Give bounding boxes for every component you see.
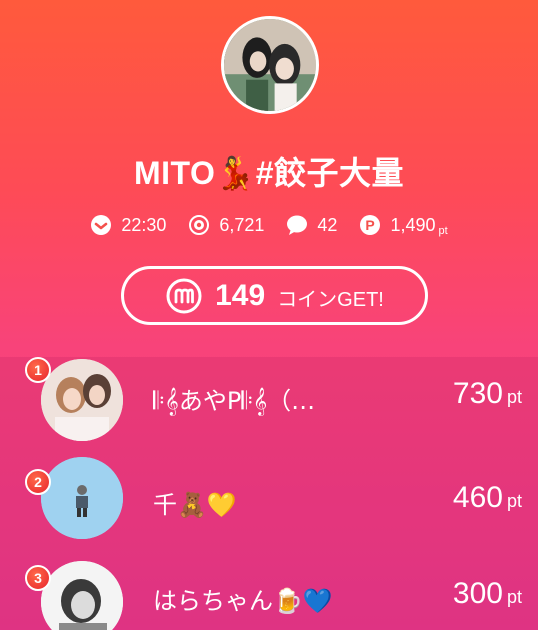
rank-badge: 1	[25, 357, 51, 383]
ranking-points-unit: pt	[506, 587, 522, 607]
stat-time-value: 22:30	[121, 214, 167, 235]
ranking-name: はらちゃん🍺💙	[153, 587, 333, 615]
ranking-row[interactable]: 1 𝄆𝄞あやP𝄆𝄞（… 730 pt	[0, 357, 538, 447]
rank-badge: 3	[25, 565, 51, 591]
stat-viewers: 6,721	[188, 214, 264, 236]
stats-bar: 22:30 6,721 42 P 1,490 pt	[0, 214, 538, 237]
ranking-points: 460 pt	[453, 481, 522, 515]
stat-points-value: 1,490 pt	[390, 214, 448, 237]
points-coin-icon: P	[359, 214, 381, 236]
profile-avatar[interactable]	[221, 16, 319, 114]
coin-suffix: コインGET!	[277, 289, 384, 311]
ranking-name: 千🧸💛	[153, 491, 237, 519]
stat-comments-value: 42	[317, 214, 338, 235]
eye-icon	[188, 214, 210, 236]
clock-icon	[90, 214, 112, 236]
coin-get-button[interactable]: 149 コインGET!	[121, 266, 428, 325]
ranking-name: 𝄆𝄞あやP𝄆𝄞（…	[153, 387, 316, 415]
stat-viewers-value: 6,721	[219, 214, 265, 235]
live-summary-screen: MITO💃#餃子大量 22:30 6,721 42 P 1,490 pt 149…	[0, 0, 538, 630]
rank-badge: 2	[25, 469, 51, 495]
ranking-row[interactable]: 2 千🧸💛 460 pt	[0, 455, 538, 545]
svg-text:P: P	[366, 217, 375, 233]
ranking-points: 730 pt	[453, 377, 522, 411]
stat-time: 22:30	[90, 214, 166, 236]
ranking-points-unit: pt	[506, 491, 522, 511]
ranking-points-value: 300	[452, 577, 503, 610]
ranking-avatar	[41, 561, 123, 630]
stat-comments: 42	[286, 214, 337, 236]
profile-photo-image	[224, 19, 316, 111]
stat-points-unit: pt	[438, 224, 448, 237]
ranking-row[interactable]: 3 はらちゃん🍺💙 300 pt	[0, 553, 538, 630]
coin-amount: 149	[215, 278, 266, 312]
ranking-points-value: 460	[452, 481, 503, 514]
profile-username: MITO💃#餃子大量	[133, 155, 405, 191]
ranking-list: 1 𝄆𝄞あやP𝄆𝄞（… 730 pt 2 千🧸💛 460 pt 3 はらちゃん🍺💙 …	[0, 357, 538, 630]
comment-bubble-icon	[286, 214, 308, 236]
m-coin-icon	[165, 277, 203, 315]
stat-points-number: 1,490	[390, 214, 436, 235]
ranking-points-value: 730	[452, 377, 503, 410]
stat-points: P 1,490 pt	[359, 214, 448, 237]
ranking-points-unit: pt	[506, 387, 522, 407]
ranking-points: 300 pt	[453, 577, 522, 611]
ranking-avatar	[41, 457, 123, 539]
ranking-avatar	[41, 359, 123, 441]
